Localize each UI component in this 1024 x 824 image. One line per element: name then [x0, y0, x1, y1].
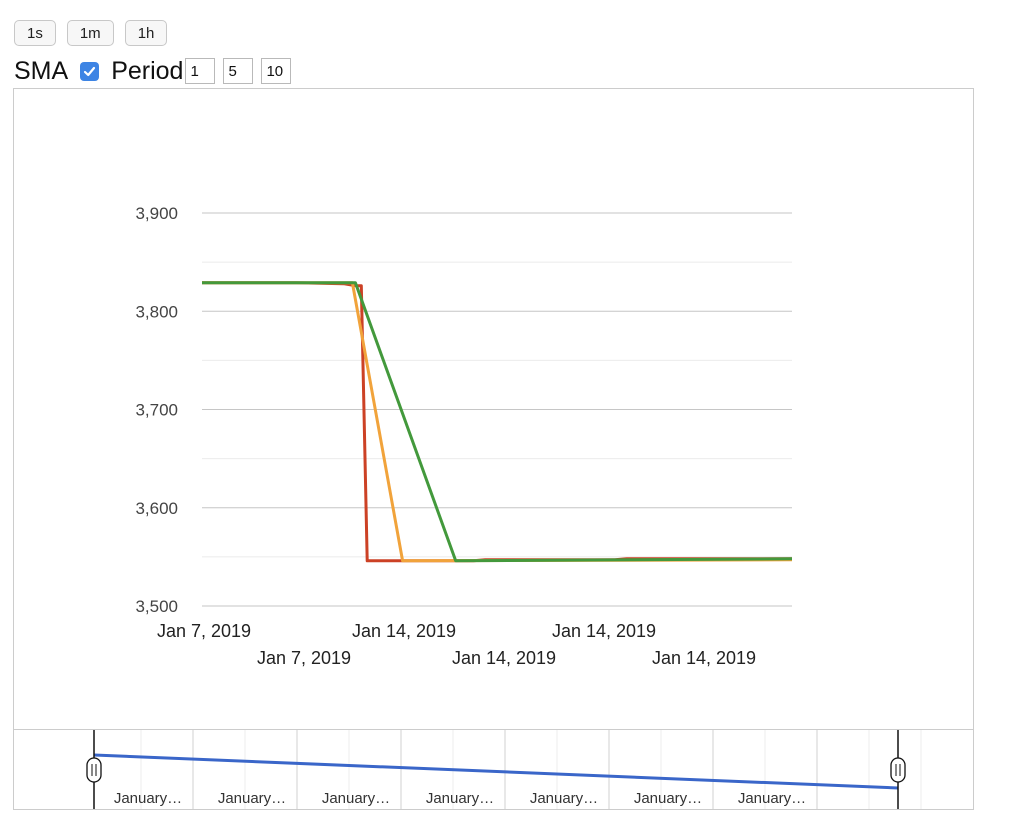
x-tick-label: Jan 14, 2019: [352, 621, 456, 641]
main-chart: 3,500 3,600 3,700 3,800 3,900 Jan 7, 2019 Jan…: [13, 88, 974, 730]
range-label: January…: [218, 790, 286, 807]
range-label: January…: [530, 790, 598, 807]
timeframe-buttons: 1s 1m 1h: [14, 20, 168, 46]
range-label: January…: [426, 790, 494, 807]
range-label: January…: [322, 790, 390, 807]
range-labels: January… January… January… January… January……: [114, 790, 806, 807]
period-input-2[interactable]: [223, 58, 254, 84]
range-selector[interactable]: January… January… January… January… January……: [13, 729, 974, 810]
series-lines: [202, 281, 793, 563]
y-axis-ticks: 3,500 3,600 3,700 3,800 3,900: [135, 204, 178, 616]
period-input-3[interactable]: [261, 58, 292, 84]
y-tick-label: 3,600: [135, 499, 178, 518]
range-selector-svg: January… January… January… January… January……: [86, 730, 922, 809]
x-axis-ticks: Jan 7, 2019 Jan 14, 2019 Jan 14, 2019Jan 7…: [157, 621, 756, 668]
sma-checkbox[interactable]: [80, 61, 100, 81]
period-label: Period: [111, 56, 184, 85]
timeframe-1h-button[interactable]: 1h: [124, 20, 168, 46]
timeframe-1m-button[interactable]: 1m: [66, 20, 114, 46]
x-tick-label: Jan 14, 2019: [552, 621, 656, 641]
y-tick-label: 3,500: [135, 597, 178, 616]
range-left-handle[interactable]: [86, 730, 102, 809]
range-right-handle[interactable]: [890, 730, 906, 809]
line-chart-svg: 3,5003,6003,7003,8003,900 Jan 7, 2019 Jan…: [135, 204, 793, 668]
x-tick-label: Jan 14, 2019: [452, 648, 556, 668]
range-overview-series: [93, 753, 899, 790]
range-label: January…: [634, 790, 702, 807]
range-label: January…: [114, 790, 182, 807]
sma-label: SMA: [14, 56, 69, 85]
range-label: January…: [738, 790, 806, 807]
y-tick-label: 3,700: [135, 401, 178, 420]
series-line-1: [202, 281, 793, 563]
x-tick-label: Jan 14, 2019: [652, 648, 756, 668]
y-tick-label: 3,900: [135, 204, 178, 223]
timeframe-1s-button[interactable]: 1s: [14, 20, 56, 46]
x-tick-label: Jan 7, 2019: [257, 648, 351, 668]
series-line-2: [202, 281, 793, 563]
x-tick-label: Jan 7, 2019: [157, 621, 251, 641]
gridlines: [202, 212, 792, 607]
checkmark-icon: [84, 66, 96, 76]
range-overview-line: [93, 753, 899, 790]
y-tick-label: 3,800: [135, 302, 178, 321]
sma-controls: SMA Period: [14, 54, 299, 88]
series-line-0: [202, 281, 792, 563]
period-input-1[interactable]: [185, 58, 216, 84]
